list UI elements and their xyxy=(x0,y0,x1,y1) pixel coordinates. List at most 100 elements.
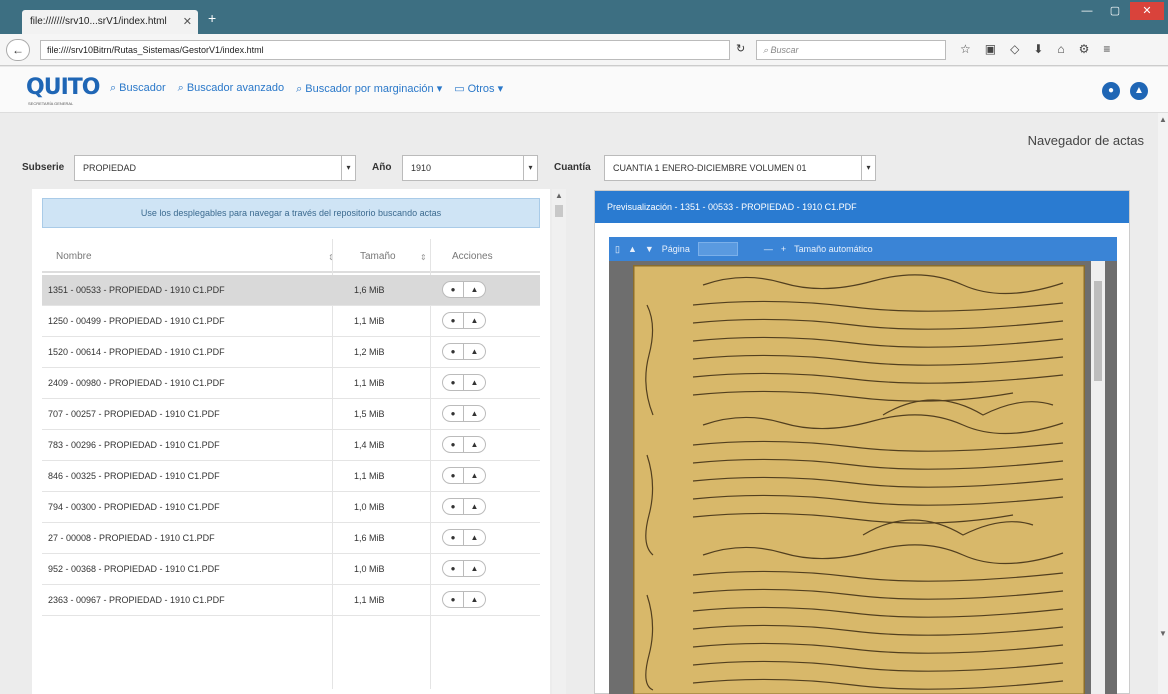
menu-buscador-avanzado[interactable]: ⌕ Buscador avanzado xyxy=(178,82,284,96)
page-number-input[interactable] xyxy=(697,242,738,256)
window-controls: — ▢ ✕ xyxy=(1074,2,1164,20)
download-icon[interactable]: ▲ xyxy=(464,560,486,577)
table-row[interactable]: 27 - 00008 - PROPIEDAD - 1910 C1.PDF 1,6 … xyxy=(42,523,540,554)
row-actions: ● ▲ xyxy=(442,467,486,484)
download-icon[interactable]: ▲ xyxy=(464,281,486,298)
reload-icon[interactable]: ↻ xyxy=(736,42,745,55)
scroll-thumb[interactable] xyxy=(555,205,563,217)
scroll-up-icon[interactable]: ▲ xyxy=(1159,115,1167,124)
settings-dropdown-icon[interactable]: ● xyxy=(1102,82,1120,100)
scroll-down-icon[interactable]: ▼ xyxy=(1159,629,1167,638)
download-icon[interactable]: ▲ xyxy=(464,312,486,329)
file-name: 2409 - 00980 - PROPIEDAD - 1910 C1.PDF xyxy=(48,378,225,388)
view-eye-icon[interactable]: ● xyxy=(442,529,464,546)
scroll-up-icon[interactable]: ▲ xyxy=(555,191,563,200)
view-eye-icon[interactable]: ● xyxy=(442,405,464,422)
view-eye-icon[interactable]: ● xyxy=(442,374,464,391)
minimize-button[interactable]: — xyxy=(1074,2,1100,20)
download-icon[interactable]: ▲ xyxy=(464,436,486,453)
scroll-thumb[interactable] xyxy=(1094,281,1102,381)
logo-subtitle: SECRETARÍA GENERAL xyxy=(28,101,74,106)
next-page-icon[interactable]: ▼ xyxy=(645,244,654,254)
download-icon[interactable]: ▲ xyxy=(464,405,486,422)
user-dropdown-icon[interactable]: ▲ xyxy=(1130,82,1148,100)
preview-title: Previsualización - 1351 - 00533 - PROPIE… xyxy=(595,191,1129,223)
zoom-in-icon[interactable]: + xyxy=(781,244,786,254)
view-eye-icon[interactable]: ● xyxy=(442,436,464,453)
back-button[interactable]: ← xyxy=(6,39,30,61)
page-scrollbar[interactable]: ▲ ▼ xyxy=(1158,113,1168,694)
browser-tab[interactable]: file:///////srv10...srV1/index.html ✕ xyxy=(22,10,198,34)
anio-select[interactable]: 1910 ▾ xyxy=(402,155,538,181)
view-eye-icon[interactable]: ● xyxy=(442,343,464,360)
download-icon[interactable]: ▲ xyxy=(464,467,486,484)
file-size: 1,1 MiB xyxy=(354,378,385,388)
anio-label: Año xyxy=(372,162,392,173)
url-bar[interactable]: file:////srv10Bitrn/Rutas_Sistemas/Gesto… xyxy=(40,40,730,60)
view-eye-icon[interactable]: ● xyxy=(442,281,464,298)
view-eye-icon[interactable]: ● xyxy=(442,591,464,608)
download-icon[interactable]: ▲ xyxy=(464,529,486,546)
quito-logo[interactable]: QUITO xyxy=(26,75,100,100)
list-scrollbar[interactable]: ▲ xyxy=(552,189,566,694)
zoom-select[interactable]: Tamaño automático xyxy=(794,244,873,254)
row-actions: ● ▲ xyxy=(442,591,486,608)
zoom-out-icon[interactable]: — xyxy=(764,244,773,254)
previous-page-icon[interactable]: ▲ xyxy=(628,244,637,254)
info-message: Use los desplegables para navegar a trav… xyxy=(42,198,540,228)
bookmark-star-icon[interactable]: ☆ xyxy=(960,42,971,56)
file-size: 1,0 MiB xyxy=(354,564,385,574)
close-tab-icon[interactable]: ✕ xyxy=(183,15,192,28)
subserie-select[interactable]: PROPIEDAD ▾ xyxy=(74,155,356,181)
column-header-name[interactable]: Nombre xyxy=(56,251,92,262)
cuantia-label: Cuantía xyxy=(554,162,591,173)
menu-otros[interactable]: ▭ Otros ▾ xyxy=(454,82,503,96)
file-name: 2363 - 00967 - PROPIEDAD - 1910 C1.PDF xyxy=(48,595,225,605)
table-row[interactable]: 2363 - 00967 - PROPIEDAD - 1910 C1.PDF 1,… xyxy=(42,585,540,616)
pdf-viewer[interactable] xyxy=(609,261,1117,694)
file-size: 1,4 MiB xyxy=(354,440,385,450)
browser-toolbar-icons: ☆ ▣ ◇ ⬇ ⌂ ⚙ ≡ xyxy=(960,42,1110,56)
menu-buscador-marginacion[interactable]: ⌕ Buscador por marginación ▾ xyxy=(296,82,442,96)
search-plus-icon: ⌕ xyxy=(177,82,184,94)
column-header-size[interactable]: Tamaño xyxy=(360,251,396,262)
table-row[interactable]: 2409 - 00980 - PROPIEDAD - 1910 C1.PDF 1,… xyxy=(42,368,540,399)
table-row[interactable]: 794 - 00300 - PROPIEDAD - 1910 C1.PDF 1,0… xyxy=(42,492,540,523)
view-eye-icon[interactable]: ● xyxy=(442,498,464,515)
table-row[interactable]: 952 - 00368 - PROPIEDAD - 1910 C1.PDF 1,0… xyxy=(42,554,540,585)
view-eye-icon[interactable]: ● xyxy=(442,560,464,577)
file-size: 1,0 MiB xyxy=(354,502,385,512)
menu-buscador[interactable]: ⌕ Buscador xyxy=(110,82,166,96)
table-row[interactable]: 1351 - 00533 - PROPIEDAD - 1910 C1.PDF 1,… xyxy=(42,275,540,306)
table-row[interactable]: 783 - 00296 - PROPIEDAD - 1910 C1.PDF 1,4… xyxy=(42,430,540,461)
home-icon[interactable]: ⌂ xyxy=(1057,42,1064,56)
table-row[interactable]: 1520 - 00614 - PROPIEDAD - 1910 C1.PDF 1,… xyxy=(42,337,540,368)
sort-icon[interactable]: ⇕ xyxy=(420,253,427,262)
row-actions: ● ▲ xyxy=(442,560,486,577)
download-icon[interactable]: ▲ xyxy=(464,374,486,391)
browser-search-input[interactable]: ⌕ Buscar xyxy=(756,40,946,60)
view-eye-icon[interactable]: ● xyxy=(442,312,464,329)
sidebar-toggle-icon[interactable]: ▯ xyxy=(615,244,620,255)
download-icon[interactable]: ▲ xyxy=(464,591,486,608)
table-row[interactable]: 846 - 00325 - PROPIEDAD - 1910 C1.PDF 1,1… xyxy=(42,461,540,492)
table-row[interactable]: 1250 - 00499 - PROPIEDAD - 1910 C1.PDF 1,… xyxy=(42,306,540,337)
download-icon[interactable]: ▲ xyxy=(464,343,486,360)
download-icon[interactable]: ⬇ xyxy=(1033,42,1043,56)
table-row[interactable]: 707 - 00257 - PROPIEDAD - 1910 C1.PDF 1,5… xyxy=(42,399,540,430)
view-eye-icon[interactable]: ● xyxy=(442,467,464,484)
subserie-value: PROPIEDAD xyxy=(83,163,137,173)
pdf-scrollbar[interactable] xyxy=(1091,261,1105,694)
close-window-button[interactable]: ✕ xyxy=(1130,2,1164,20)
clipboard-icon[interactable]: ▣ xyxy=(985,42,996,56)
file-name: 707 - 00257 - PROPIEDAD - 1910 C1.PDF xyxy=(48,409,220,419)
maximize-button[interactable]: ▢ xyxy=(1102,2,1128,20)
download-icon[interactable]: ▲ xyxy=(464,498,486,515)
extension-icon[interactable]: ⚙ xyxy=(1079,42,1090,56)
hamburger-menu-icon[interactable]: ≡ xyxy=(1103,42,1110,56)
new-tab-button[interactable]: + xyxy=(208,10,216,26)
app-header: QUITO SECRETARÍA GENERAL ⌕ Buscador ⌕ Busc… xyxy=(0,67,1168,113)
pocket-icon[interactable]: ◇ xyxy=(1010,42,1019,56)
cuantia-select[interactable]: CUANTIA 1 ENERO-DICIEMBRE VOLUMEN 01 ▾ xyxy=(604,155,876,181)
file-name: 846 - 00325 - PROPIEDAD - 1910 C1.PDF xyxy=(48,471,220,481)
